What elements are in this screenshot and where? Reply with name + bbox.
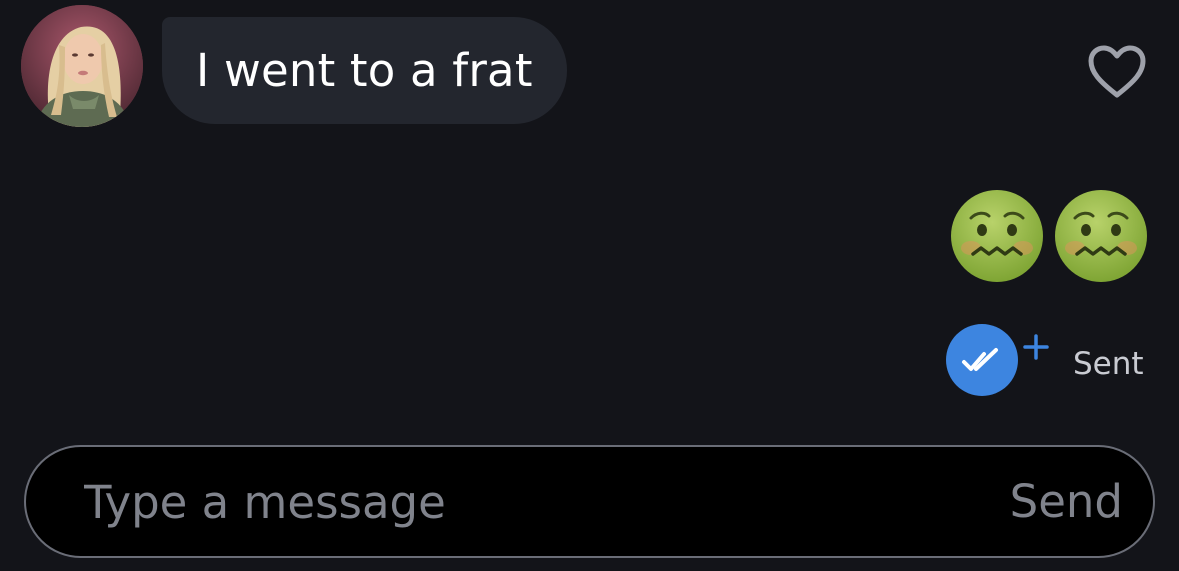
outgoing-emoji-message[interactable] bbox=[949, 188, 1149, 284]
message-status: Sent bbox=[1073, 346, 1144, 382]
send-button[interactable]: Send bbox=[1010, 475, 1123, 528]
incoming-message-bubble[interactable]: I went to a frat bbox=[162, 17, 567, 124]
avatar-photo bbox=[21, 5, 143, 127]
heart-outline-icon[interactable] bbox=[1087, 44, 1147, 100]
message-composer: Send bbox=[24, 445, 1155, 558]
message-input[interactable] bbox=[84, 469, 904, 535]
avatar[interactable] bbox=[21, 5, 143, 127]
plus-icon[interactable] bbox=[1022, 333, 1050, 361]
incoming-message-text: I went to a frat bbox=[196, 44, 533, 97]
double-check-icon bbox=[946, 324, 1018, 396]
nauseated-face-emoji bbox=[1055, 190, 1147, 282]
nauseated-face-emoji bbox=[951, 190, 1043, 282]
chat-screen: I went to a frat Sent Type a message Sen… bbox=[0, 0, 1179, 571]
